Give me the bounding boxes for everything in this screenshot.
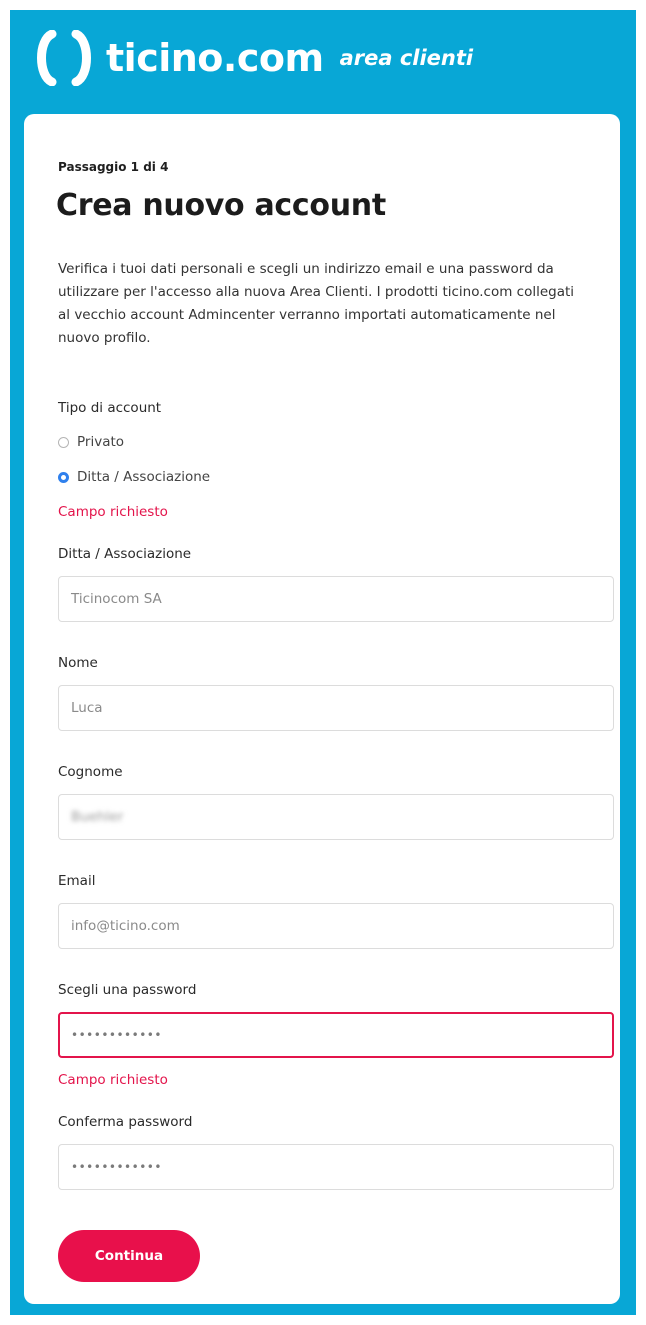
account-type-label: Tipo di account <box>58 400 162 416</box>
brand-name: ticino.com <box>106 36 324 80</box>
radio-checked-icon[interactable] <box>58 471 69 483</box>
email-label: Email <box>58 873 96 889</box>
confirm-password-value: •••••••••••• <box>71 1160 162 1174</box>
password-label: Scegli una password <box>58 982 197 998</box>
radio-option-ditta[interactable]: Ditta / Associazione <box>58 469 210 485</box>
password-value: •••••••••••• <box>71 1028 162 1042</box>
signup-card: Passaggio 1 di 4 Crea nuovo account Veri… <box>24 114 620 1304</box>
radio-label: Ditta / Associazione <box>77 469 211 485</box>
radio-label: Privato <box>77 434 125 450</box>
last-name-input[interactable]: Buehler <box>58 794 614 840</box>
company-label: Ditta / Associazione <box>58 546 192 562</box>
page-frame: ticino.com area clienti Passaggio 1 di 4… <box>10 10 636 1315</box>
intro-text: Verifica i tuoi dati personali e scegli … <box>58 261 575 346</box>
step-indicator: Passaggio 1 di 4 <box>58 160 169 174</box>
email-value: info@ticino.com <box>71 918 180 934</box>
radio-option-privato[interactable]: Privato <box>58 434 124 450</box>
ticino-logo-icon <box>37 30 91 86</box>
confirm-password-input[interactable]: •••••••••••• <box>58 1144 614 1190</box>
company-value: Ticinocom SA <box>71 591 162 607</box>
radio-unchecked-icon[interactable] <box>58 436 69 448</box>
continue-button[interactable]: Continua <box>58 1230 200 1282</box>
first-name-label: Nome <box>58 655 98 671</box>
page-title: Crea nuovo account <box>56 188 386 223</box>
password-error: Campo richiesto <box>58 1072 168 1088</box>
brand-header: ticino.com area clienti <box>32 30 473 86</box>
first-name-value: Luca <box>71 700 103 716</box>
email-input[interactable]: info@ticino.com <box>58 903 614 949</box>
company-input[interactable]: Ticinocom SA <box>58 576 614 622</box>
brand-subtitle: area clienti <box>339 46 474 70</box>
confirm-password-label: Conferma password <box>58 1114 193 1130</box>
account-type-error: Campo richiesto <box>58 504 168 520</box>
first-name-input[interactable]: Luca <box>58 685 614 731</box>
last-name-label: Cognome <box>58 764 123 780</box>
password-input[interactable]: •••••••••••• <box>58 1012 614 1058</box>
last-name-value: Buehler <box>71 809 124 825</box>
